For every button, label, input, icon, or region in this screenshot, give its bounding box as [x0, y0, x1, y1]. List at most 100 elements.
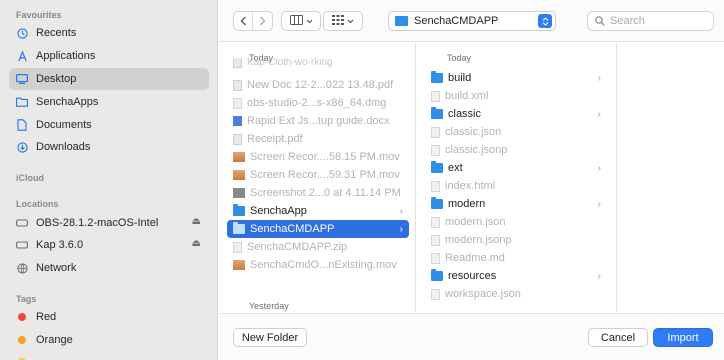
chevron-down-icon [347, 16, 354, 27]
eject-icon[interactable]: ⏏ [192, 216, 201, 227]
file-icon [431, 216, 440, 228]
file-icon [431, 144, 440, 156]
locations-header: Locations [16, 199, 59, 209]
search-field[interactable]: Search [587, 11, 714, 31]
folder-icon [431, 269, 443, 281]
list-item-folder[interactable]: build › [425, 69, 607, 87]
list-item-folder[interactable]: classic › [425, 105, 607, 123]
file-icon [431, 288, 440, 300]
list-item[interactable]: Receipt.pdf [227, 130, 409, 148]
sidebar-item-obs[interactable]: OBS-28.1.2-macOS-Intel ⏏ [9, 212, 209, 234]
chevron-right-icon: › [597, 162, 601, 174]
view-mode-button[interactable] [281, 11, 321, 31]
chevron-down-icon [306, 16, 313, 27]
list-item[interactable]: SenchaCmdO...nExisting.mov [227, 256, 409, 274]
folder-icon [431, 161, 443, 173]
browser-column-senchacmdapp[interactable]: Today build › build.xml classic › classic.… [417, 43, 617, 312]
sidebar-item-label: Applications [36, 50, 96, 62]
list-item[interactable]: index.html [425, 177, 607, 195]
sidebar-tag-partial[interactable] [9, 351, 209, 360]
list-item-folder-selected[interactable]: SenchaCMDAPP › [227, 220, 409, 238]
back-forward-control [233, 11, 273, 31]
toolbar: SenchaCMDAPP Search [219, 0, 724, 42]
location-popup-label: SenchaCMDAPP [414, 15, 499, 27]
sidebar-item-recents[interactable]: Recents [9, 22, 209, 44]
list-item[interactable]: Screenshot 2...0 at 4.11.14 PM [227, 184, 409, 202]
list-item[interactable]: build.xml [425, 87, 607, 105]
yellow-tag-dot [16, 356, 28, 360]
browser-column-desktop[interactable]: Today Kap-Cloth-wo-rking New Doc 12-2...… [219, 43, 416, 312]
chevron-right-icon: › [399, 205, 403, 217]
pdf-file-icon [233, 79, 242, 91]
screenshot-file-icon [233, 188, 245, 198]
sidebar-tag-orange[interactable]: Orange [9, 329, 209, 351]
location-popup[interactable]: SenchaCMDAPP [388, 11, 556, 31]
sidebar-item-label: Recents [36, 27, 77, 39]
column-section-header: Yesterday [249, 301, 289, 311]
chevron-right-icon: › [399, 223, 403, 235]
disk-image-icon [233, 97, 242, 109]
chevron-right-icon: › [597, 198, 601, 210]
column-section-header: Today [447, 53, 472, 63]
chevron-right-icon: › [597, 108, 601, 120]
sidebar-item-desktop[interactable]: Desktop [9, 68, 209, 90]
word-document-icon [233, 116, 242, 126]
movie-file-icon [233, 152, 245, 162]
search-icon [595, 16, 605, 26]
list-item[interactable]: obs-studio-2...s-x86_64.dmg [227, 94, 409, 112]
group-by-button[interactable] [323, 11, 363, 31]
sidebar-item-label: Red [36, 311, 57, 323]
pdf-file-icon [233, 133, 242, 145]
sidebar-item-kap[interactable]: Kap 3.6.0 ⏏ [9, 234, 209, 256]
browser-column-empty[interactable] [618, 43, 724, 312]
list-item[interactable]: Readme.md [425, 249, 607, 267]
list-item[interactable]: Rapid Ext Js...tup guide.docx [227, 112, 409, 130]
list-item[interactable]: workspace.json [425, 285, 607, 303]
up-down-arrows-icon [538, 14, 552, 28]
zip-file-icon [233, 241, 242, 253]
eject-icon[interactable]: ⏏ [192, 238, 201, 249]
sidebar-item-network[interactable]: Network [9, 257, 209, 279]
sidebar-item-documents[interactable]: Documents [9, 114, 209, 136]
file-icon [431, 234, 440, 246]
list-item[interactable]: Screen Recor....58.15 PM.mov [227, 148, 409, 166]
desktop-icon [16, 73, 28, 85]
list-item[interactable]: classic.json [425, 123, 607, 141]
sidebar-item-label: Downloads [36, 141, 91, 153]
list-item[interactable]: New Doc 12-2...022 13.48.pdf [227, 76, 409, 94]
movie-file-icon [233, 170, 245, 180]
new-folder-button[interactable]: New Folder [233, 328, 307, 347]
back-chevron-icon[interactable] [234, 12, 254, 30]
list-item-folder[interactable]: SenchaApp › [227, 202, 409, 220]
sidebar-item-label: Orange [36, 334, 73, 346]
file-icon [431, 90, 440, 102]
download-icon [16, 141, 28, 153]
forward-chevron-icon[interactable] [253, 12, 272, 30]
list-item-folder[interactable]: ext › [425, 159, 607, 177]
file-icon [233, 58, 242, 68]
folder-icon [233, 204, 245, 216]
folder-icon [395, 16, 408, 26]
list-item[interactable]: Screen Recor....59.31 PM.mov [227, 166, 409, 184]
list-item[interactable]: modern.json [425, 213, 607, 231]
sidebar-item-label: OBS-28.1.2-macOS-Intel [36, 217, 159, 229]
list-item-folder[interactable]: modern › [425, 195, 607, 213]
list-item[interactable]: SenchaCMDAPP.zip [227, 238, 409, 256]
folder-icon [431, 71, 443, 83]
cancel-button[interactable]: Cancel [588, 328, 648, 347]
list-item-folder[interactable]: resources › [425, 267, 607, 285]
icloud-header: iCloud [16, 173, 44, 183]
search-placeholder: Search [610, 15, 645, 27]
list-item[interactable]: classic.jsonp [425, 141, 607, 159]
sidebar-item-label: Desktop [36, 73, 77, 85]
sidebar-tag-red[interactable]: Red [9, 306, 209, 328]
list-item[interactable]: modern.jsonp [425, 231, 607, 249]
sidebar-item-senchaapps[interactable]: SenchaApps [9, 91, 209, 113]
tags-header: Tags [16, 294, 37, 304]
sidebar-item-downloads[interactable]: Downloads [9, 136, 209, 158]
sidebar-item-label: SenchaApps [36, 96, 99, 108]
folder-icon [431, 107, 443, 119]
import-button[interactable]: Import [653, 328, 713, 347]
disk-icon [16, 217, 28, 229]
sidebar-item-applications[interactable]: Applications [9, 45, 209, 67]
